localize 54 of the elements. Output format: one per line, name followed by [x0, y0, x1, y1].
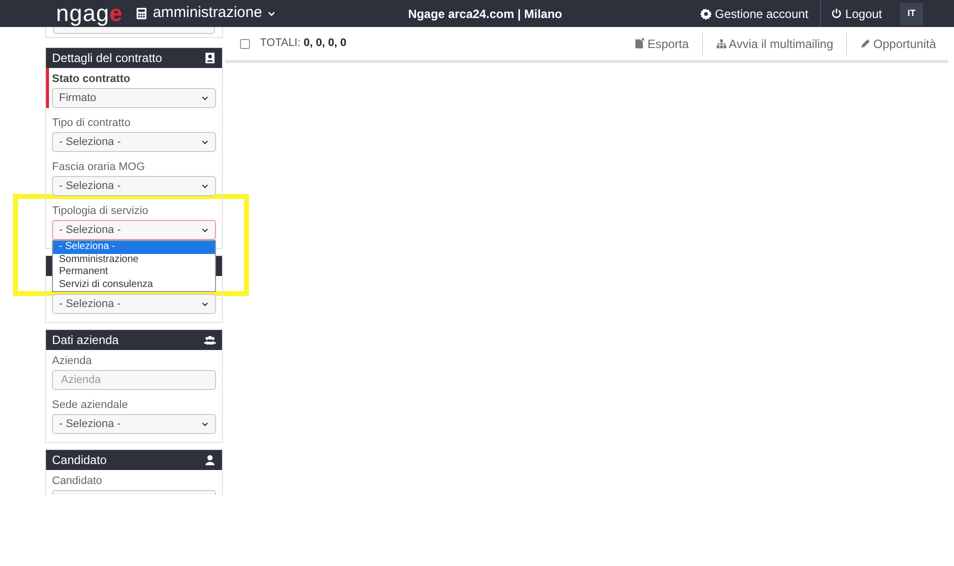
select-value: - Seleziona - [59, 134, 121, 150]
field-label: Tipologia di servizio [52, 204, 150, 218]
pencil-icon [860, 38, 872, 49]
card-title: Dati azienda [52, 332, 119, 349]
toolbar-button[interactable]: Avvia il multimailing [702, 32, 846, 56]
partial-field[interactable] [53, 27, 215, 34]
select-field[interactable]: - Seleziona - [52, 414, 216, 434]
logo: ngage [56, 2, 123, 25]
field-label: Candidato [52, 474, 104, 488]
field-label: Sede aziendale [52, 398, 129, 412]
select-field[interactable]: - Seleziona - [52, 294, 216, 314]
network-icon [716, 38, 727, 49]
user-icon [204, 454, 216, 466]
group-icon [204, 334, 216, 346]
calculator-icon [134, 7, 148, 20]
power-icon [831, 8, 842, 19]
select-value: - Seleziona - [59, 178, 121, 194]
select-all-checkbox[interactable] [240, 38, 250, 48]
gear-icon [700, 8, 712, 20]
site-title: Ngage arca24.com | Milano [408, 6, 562, 22]
select-field[interactable]: - Seleziona - [52, 220, 216, 240]
totals-text: TOTALI: 0, 0, 0, 0 [260, 36, 346, 52]
caret-icon [201, 182, 209, 190]
field-label: Fascia oraria MOG [52, 160, 146, 174]
dropdown-option[interactable]: Servizi di consulenza [53, 278, 215, 291]
card-title: Dettagli del contratto [52, 50, 162, 67]
module-menu[interactable]: amministrazione [134, 2, 276, 25]
field-label: Azienda [52, 354, 93, 368]
select-field[interactable]: - Seleziona - [52, 132, 216, 152]
select-field[interactable]: Firmato [52, 88, 216, 108]
dropdown-option[interactable]: Somministrazione [53, 254, 215, 266]
select-value: - Seleziona - [59, 416, 121, 432]
caret-icon [267, 9, 276, 18]
toolbar-button[interactable]: Esporta [621, 32, 702, 56]
account-button[interactable]: Gestione account [700, 0, 820, 27]
caret-icon [201, 300, 209, 308]
field-label: Stato contratto [52, 72, 132, 86]
select-value: - Seleziona - [59, 222, 121, 238]
caret-icon [201, 94, 209, 102]
toolbar-button[interactable]: Opportunità [846, 32, 948, 56]
language-button[interactable]: IT [900, 2, 923, 24]
caret-icon [201, 420, 209, 428]
select-value: - Seleziona - [59, 296, 121, 312]
field-label: Tipo di contratto [52, 116, 132, 130]
select-field[interactable]: - Seleziona - [52, 176, 216, 196]
dropdown-option[interactable]: - Seleziona - [53, 241, 215, 254]
caret-icon [201, 138, 209, 146]
select-value: Firmato [59, 90, 96, 106]
dropdown-option[interactable]: Permanent [53, 266, 215, 278]
card-title: Candidato [52, 452, 107, 469]
logout-button[interactable]: Logout [820, 0, 892, 27]
document-icon [634, 38, 646, 49]
contact-card-icon [204, 52, 216, 64]
caret-icon [201, 226, 209, 234]
